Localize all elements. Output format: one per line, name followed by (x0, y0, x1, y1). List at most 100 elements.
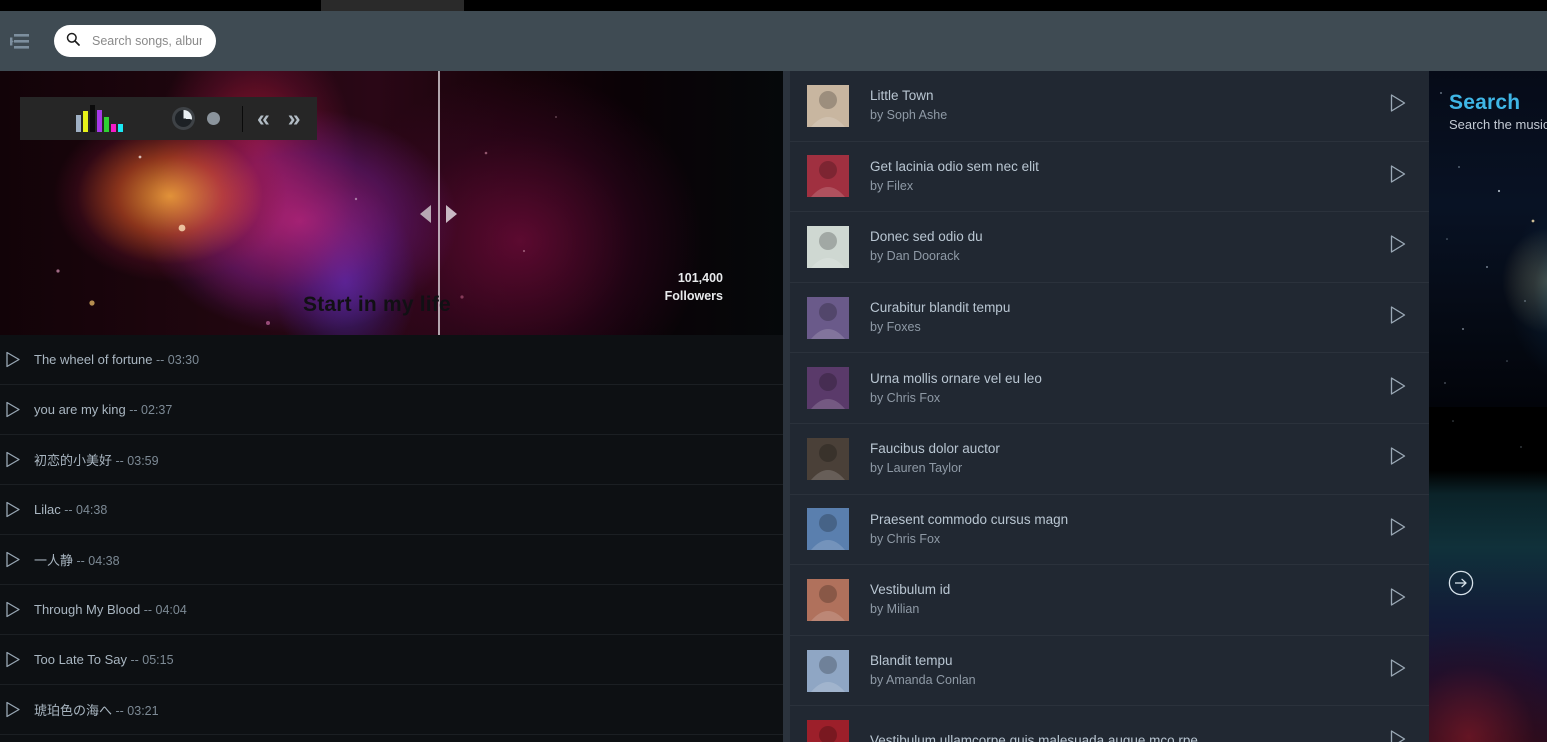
song-title: Through My Blood (34, 602, 141, 617)
search-icon (66, 32, 80, 51)
promo-panel-search[interactable]: Search Search the music (1429, 71, 1547, 407)
song-row[interactable]: 初恋的小美好 -- 03:59 (0, 435, 783, 485)
play-triangle-icon[interactable] (1389, 376, 1407, 401)
track-meta: Little Town by Soph Ashe (870, 86, 1389, 125)
track-row[interactable]: Faucibus dolor auctor by Lauren Taylor (790, 424, 1429, 495)
track-row[interactable]: Praesent commodo cursus magn by Chris Fox (790, 495, 1429, 566)
list-indent-icon[interactable] (2, 24, 36, 58)
song-row[interactable]: Through My Blood -- 04:04 (0, 585, 783, 635)
song-title: 琥珀色の海へ (34, 703, 113, 718)
triangle-right-icon[interactable] (446, 205, 457, 223)
play-triangle-icon[interactable] (5, 501, 21, 518)
track-title: Little Town (870, 88, 934, 104)
track-artwork (807, 367, 849, 410)
track-row[interactable]: Vestibulum id by Milian (790, 565, 1429, 636)
equalizer-bar-1 (83, 111, 88, 132)
play-triangle-icon[interactable] (1389, 729, 1407, 742)
song-duration: -- 02:37 (125, 403, 173, 417)
fast-forward-icon[interactable]: » (288, 107, 301, 130)
song-title: 一人静 (34, 553, 74, 568)
track-title: Vestibulum id (870, 582, 951, 598)
song-row[interactable]: 琥珀色の海へ -- 03:21 (0, 685, 783, 735)
play-triangle-icon[interactable] (5, 401, 21, 418)
song-label: 琥珀色の海へ -- 03:21 (34, 700, 159, 719)
play-triangle-icon[interactable] (5, 551, 21, 568)
promo-panel-share[interactable]: SHARE Share the good s (1429, 407, 1547, 742)
track-row[interactable]: Curabitur blandit tempu by Foxes (790, 283, 1429, 354)
song-row[interactable]: Lilac -- 04:38 (0, 485, 783, 535)
play-triangle-icon[interactable] (1389, 517, 1407, 542)
play-triangle-icon[interactable] (5, 651, 21, 668)
track-title: Donec sed odio du (870, 229, 983, 245)
track-title: Urna mollis ornare vel eu leo (870, 370, 1042, 386)
rewind-icon[interactable]: « (257, 107, 270, 130)
song-label: The wheel of fortune -- 03:30 (34, 352, 199, 367)
song-label: 初恋的小美好 -- 03:59 (34, 450, 159, 469)
promo-share-stars-decoration (1452, 420, 1522, 448)
app-header (0, 11, 1547, 71)
song-row[interactable]: you are my king -- 02:37 (0, 385, 783, 435)
song-label: 一人静 -- 04:38 (34, 550, 120, 569)
track-title: Get lacinia odio sem nec elit (870, 158, 1039, 174)
promo-search-subtitle: Search the music (1449, 117, 1547, 132)
song-row[interactable]: The wheel of fortune -- 03:30 (0, 335, 783, 385)
track-title: Faucibus dolor auctor (870, 441, 1000, 457)
track-meta: Blandit tempu by Amanda Conlan (870, 651, 1389, 690)
track-meta: Donec sed odio du by Dan Doorack (870, 227, 1389, 266)
song-duration: -- 03:59 (112, 454, 159, 468)
triangle-left-icon[interactable] (420, 205, 431, 223)
track-artist: by Dan Doorack (870, 249, 960, 264)
song-row[interactable]: Too Late To Say -- 05:15 (0, 635, 783, 685)
equalizer-bar-0 (76, 115, 81, 132)
track-title: Blandit tempu (870, 653, 953, 669)
main-content: Start in my life 101,400 Followers « » T… (0, 71, 1547, 742)
play-triangle-icon[interactable] (5, 601, 21, 618)
equalizer-bar-5 (111, 124, 116, 132)
track-artist: by Soph Ashe (870, 108, 948, 123)
equalizer-bar-4 (104, 117, 109, 132)
search-input[interactable] (92, 34, 202, 48)
song-title: Too Late To Say (34, 652, 127, 667)
song-duration: -- 04:04 (140, 603, 187, 617)
track-row[interactable]: Urna mollis ornare vel eu leo by Chris Fo… (790, 353, 1429, 424)
track-meta: Faucibus dolor auctor by Lauren Taylor (870, 439, 1389, 478)
play-triangle-icon[interactable] (1389, 446, 1407, 471)
track-row[interactable]: Get lacinia odio sem nec elit by Filex (790, 142, 1429, 213)
track-meta: Praesent commodo cursus magn by Chris Fox (870, 510, 1389, 549)
track-artist: by Chris Fox (870, 390, 941, 405)
song-title: 初恋的小美好 (34, 453, 113, 468)
dot-icon[interactable] (207, 112, 220, 125)
track-meta: Vestibulum ullamcorpe quis malesuada aug… (870, 731, 1389, 742)
play-triangle-icon[interactable] (1389, 587, 1407, 612)
track-meta: Curabitur blandit tempu by Foxes (870, 298, 1389, 337)
arrow-right-circle-icon[interactable] (1448, 570, 1474, 596)
track-meta: Urna mollis ornare vel eu leo by Chris Fo… (870, 369, 1389, 408)
page-gutter (783, 71, 790, 742)
play-triangle-icon[interactable] (1389, 93, 1407, 118)
promo-search-title: Search (1449, 91, 1521, 114)
track-title: Curabitur blandit tempu (870, 300, 1011, 316)
play-triangle-icon[interactable] (1389, 305, 1407, 330)
play-triangle-icon[interactable] (1389, 658, 1407, 683)
play-triangle-icon[interactable] (1389, 234, 1407, 259)
play-triangle-icon[interactable] (5, 451, 21, 468)
song-row[interactable]: 一人静 -- 04:38 (0, 535, 783, 585)
play-triangle-icon[interactable] (1389, 164, 1407, 189)
track-meta: Get lacinia odio sem nec elit by Filex (870, 157, 1389, 196)
track-row[interactable]: Donec sed odio du by Dan Doorack (790, 212, 1429, 283)
browser-tab[interactable] (321, 0, 464, 11)
track-artwork (807, 578, 849, 621)
track-row[interactable]: Vestibulum ullamcorpe quis malesuada aug… (790, 706, 1429, 742)
search-box[interactable] (54, 25, 216, 57)
hero-banner: Start in my life 101,400 Followers « » (0, 71, 783, 335)
track-row[interactable]: Blandit tempu by Amanda Conlan (790, 636, 1429, 707)
track-artwork (807, 296, 849, 339)
play-triangle-icon[interactable] (5, 701, 21, 718)
track-row[interactable]: Little Town by Soph Ashe (790, 71, 1429, 142)
play-triangle-icon[interactable] (5, 351, 21, 368)
left-column: Start in my life 101,400 Followers « » T… (0, 71, 783, 742)
track-artist: by Filex (870, 178, 914, 193)
song-title: The wheel of fortune (34, 352, 153, 367)
circular-progress-icon[interactable] (172, 107, 195, 130)
song-label: Through My Blood -- 04:04 (34, 602, 187, 617)
